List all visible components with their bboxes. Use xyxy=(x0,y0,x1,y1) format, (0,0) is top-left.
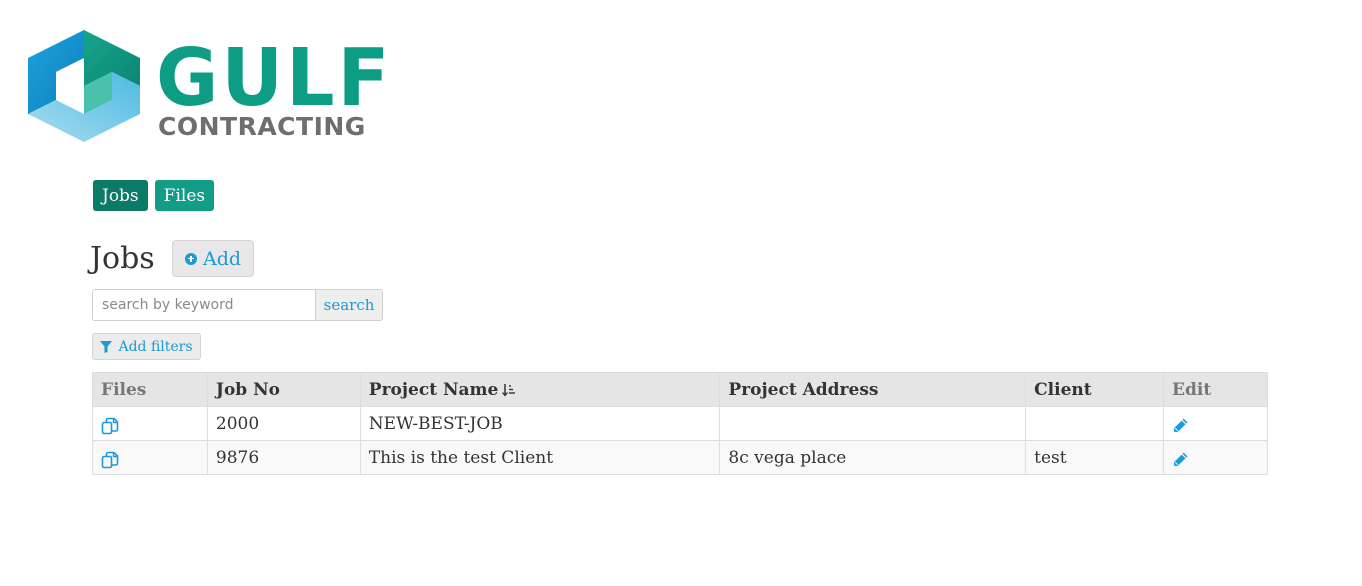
project-address-cell: 8c vega place xyxy=(719,440,1027,475)
edit-cell xyxy=(1163,440,1268,475)
logo-subtitle: CONTRACTING xyxy=(158,112,366,141)
add-button-label: Add xyxy=(202,247,242,270)
client-cell: test xyxy=(1025,440,1165,475)
client-cell xyxy=(1025,406,1165,441)
column-header-project-address[interactable]: Project Address xyxy=(719,372,1027,407)
copy-icon[interactable] xyxy=(101,417,119,435)
column-header-files: Files xyxy=(92,372,208,407)
logo-mark-icon xyxy=(28,30,140,142)
project-name-cell: This is the test Client xyxy=(359,440,721,475)
job-no-cell: 9876 xyxy=(206,440,361,475)
add-filters-label: Add filters xyxy=(118,338,193,355)
pencil-icon[interactable] xyxy=(1172,451,1189,468)
logo-wordmark: GULF xyxy=(156,30,393,124)
column-header-edit: Edit xyxy=(1163,372,1268,407)
jobs-table: Files Job No Project Name Project Addres… xyxy=(92,372,1268,475)
files-cell xyxy=(92,406,208,441)
copy-icon[interactable] xyxy=(101,451,119,469)
page-title: Jobs xyxy=(90,241,155,276)
job-no-cell: 2000 xyxy=(206,406,361,441)
column-header-client[interactable]: Client xyxy=(1025,372,1165,407)
table-row: 2000 NEW-BEST-JOB xyxy=(92,406,1268,441)
search-button[interactable]: search xyxy=(315,290,382,320)
company-logo: GULF CONTRACTING xyxy=(28,30,389,145)
table-row: 9876 This is the test Client 8c vega pla… xyxy=(92,440,1268,475)
column-header-job-no[interactable]: Job No xyxy=(206,372,361,407)
files-cell xyxy=(92,440,208,475)
search-group: search xyxy=(92,289,383,321)
nav-jobs-button[interactable]: Jobs xyxy=(93,180,148,211)
project-name-cell: NEW-BEST-JOB xyxy=(359,406,721,441)
search-input[interactable] xyxy=(93,290,315,320)
column-header-project-name-label: Project Name xyxy=(368,379,499,400)
add-filters-button[interactable]: Add filters xyxy=(92,333,201,360)
edit-cell xyxy=(1163,406,1268,441)
pencil-icon[interactable] xyxy=(1172,417,1189,434)
table-header-row: Files Job No Project Name Project Addres… xyxy=(92,372,1268,407)
sort-ascending-icon xyxy=(502,384,516,397)
main-nav: Jobs Files xyxy=(93,180,215,211)
plus-circle-icon xyxy=(184,252,197,265)
project-address-cell xyxy=(719,406,1027,441)
add-job-button[interactable]: Add xyxy=(172,240,254,277)
nav-files-button[interactable]: Files xyxy=(154,180,215,211)
column-header-project-name[interactable]: Project Name xyxy=(359,372,721,407)
funnel-icon xyxy=(100,340,113,353)
